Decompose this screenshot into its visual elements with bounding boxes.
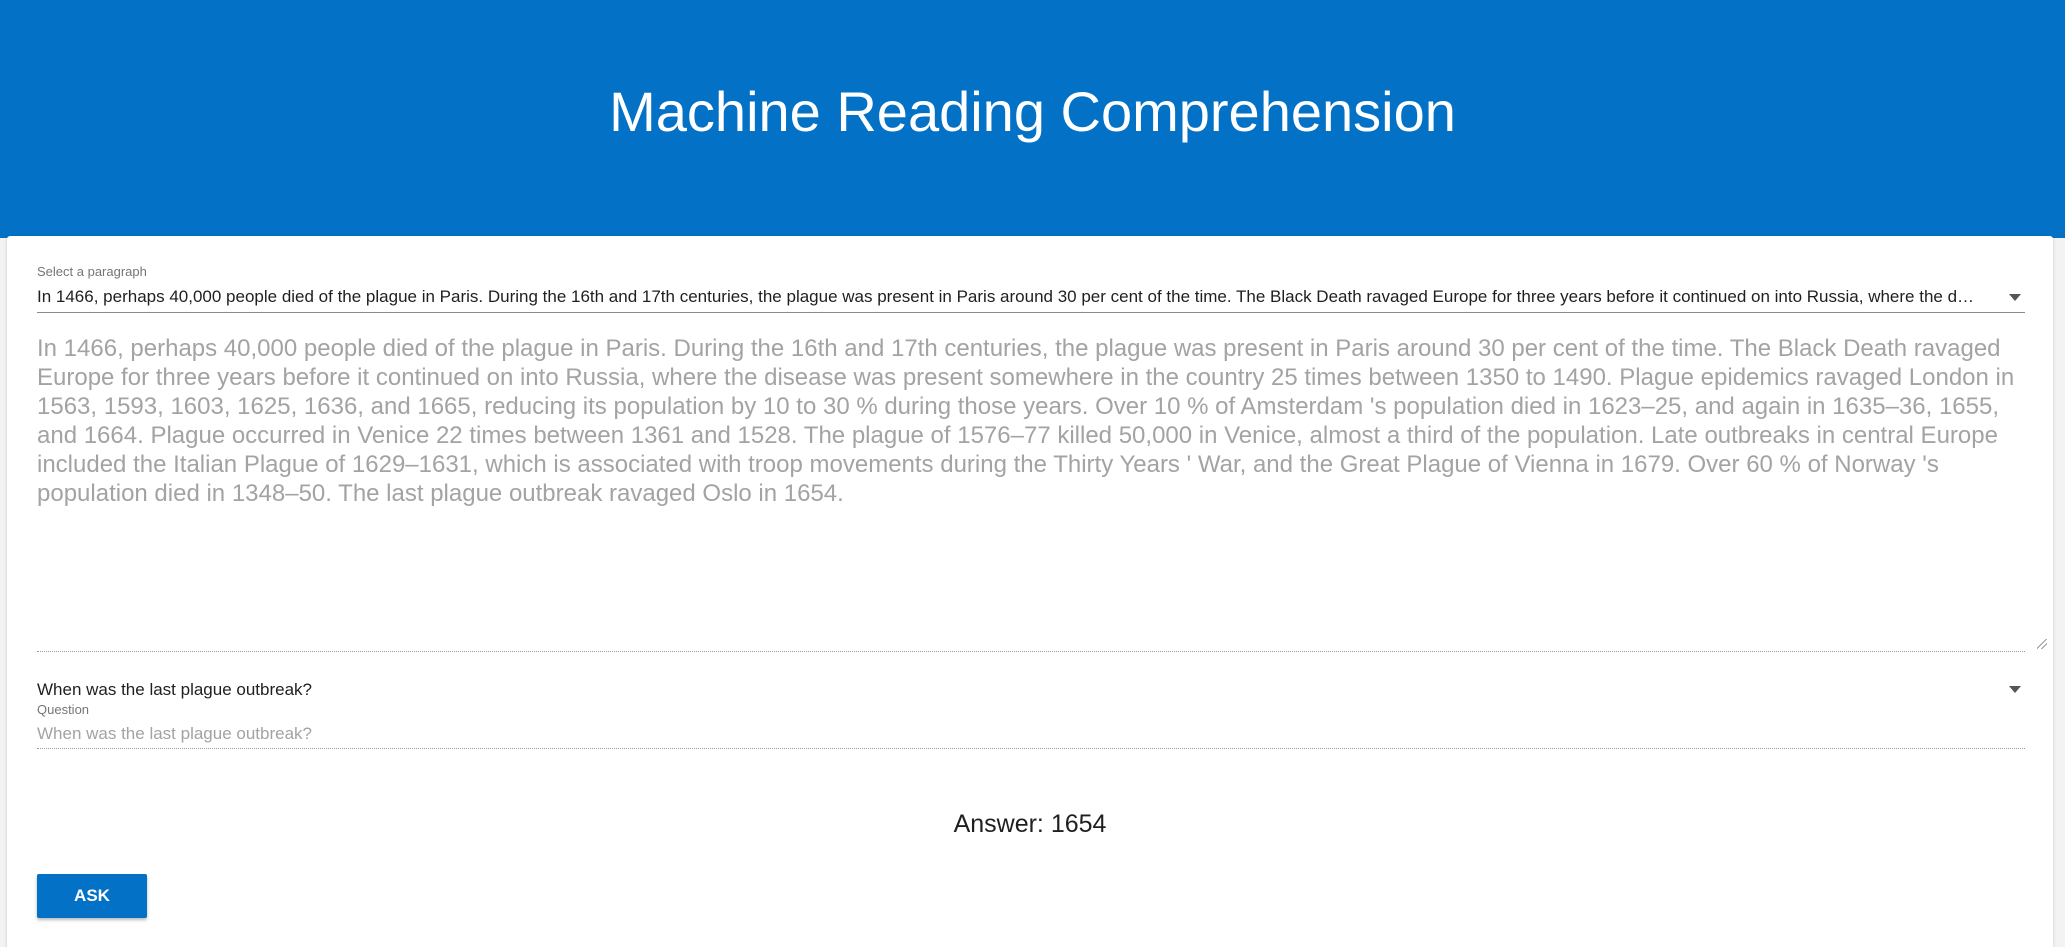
question-select-value: When was the last plague outbreak? xyxy=(37,680,313,699)
passage-textarea[interactable] xyxy=(37,330,2025,652)
answer-text: Answer: 1654 xyxy=(953,810,1107,838)
main-card: Select a paragraph In 1466, perhaps 40,0… xyxy=(7,236,2053,947)
chevron-down-icon[interactable] xyxy=(2009,686,2021,693)
paragraph-select[interactable]: In 1466, perhaps 40,000 people died of t… xyxy=(37,282,2025,313)
question-input[interactable] xyxy=(37,719,2025,749)
ask-button[interactable]: ASK xyxy=(37,874,147,918)
app-header: Machine Reading Comprehension xyxy=(0,0,2065,238)
paragraph-select-label: Select a paragraph xyxy=(37,264,147,279)
chevron-down-icon[interactable] xyxy=(2009,294,2021,301)
resize-handle-icon[interactable] xyxy=(2037,639,2047,649)
page-title: Machine Reading Comprehension xyxy=(609,80,1456,143)
paragraph-select-value: In 1466, perhaps 40,000 people died of t… xyxy=(37,287,1977,306)
question-select[interactable]: When was the last plague outbreak? xyxy=(37,678,2025,704)
question-field-label: Question xyxy=(37,702,90,717)
